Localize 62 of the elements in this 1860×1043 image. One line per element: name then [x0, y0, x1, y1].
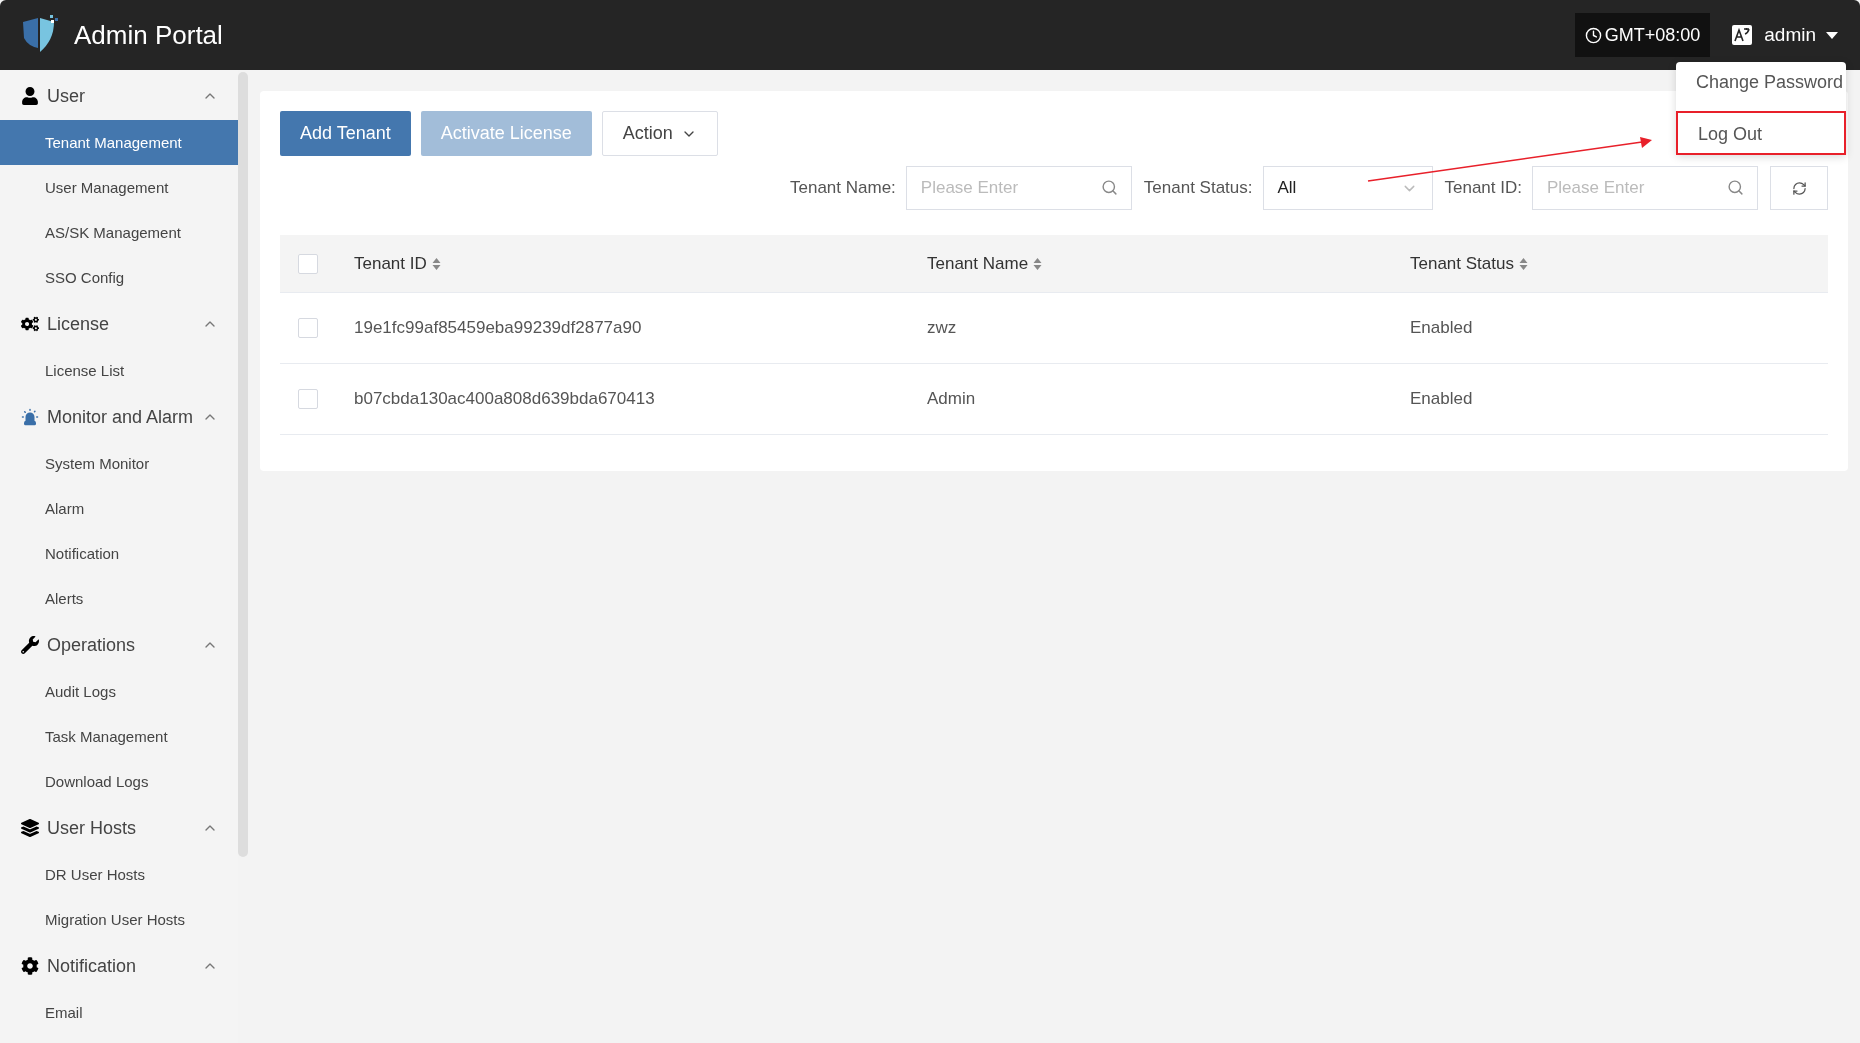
sidebar-group[interactable]: Monitor and Alarm — [0, 393, 238, 441]
filter-label: Tenant Status: — [1143, 178, 1253, 198]
clock-icon — [1584, 26, 1602, 44]
checkbox[interactable] — [298, 318, 318, 338]
sidebar-item[interactable]: Audit Logs — [0, 669, 238, 714]
column-header[interactable]: Tenant ID — [354, 253, 927, 274]
gears-icon — [21, 315, 39, 333]
sidebar-item[interactable]: Task Management — [0, 714, 238, 759]
table-cell-text: Enabled — [1410, 318, 1474, 338]
sort-icon[interactable] — [1033, 256, 1043, 271]
status-select[interactable]: All — [1262, 166, 1433, 210]
user-icon — [21, 87, 39, 105]
sidebar-group[interactable]: Notification — [0, 942, 238, 990]
menu-item[interactable]: Log Out — [1676, 111, 1846, 155]
table-cell-text: zwz — [927, 318, 958, 338]
filter-label: Tenant Name: — [789, 178, 896, 198]
sidebar-item[interactable]: SSO Config — [0, 255, 238, 300]
sidebar-item[interactable]: License List — [0, 348, 238, 393]
translate-icon[interactable] — [1732, 25, 1753, 45]
sidebar-item[interactable]: System Monitor — [0, 441, 238, 486]
sidebar-item[interactable]: Email — [0, 990, 238, 1035]
refresh-button[interactable] — [1770, 166, 1828, 210]
table-cell-text: Enabled — [1410, 389, 1474, 409]
sidebar-item[interactable]: AS/SK Management — [0, 210, 238, 255]
settings-icon — [21, 957, 39, 975]
menu-item[interactable]: Change Password — [1676, 62, 1846, 111]
checkbox[interactable] — [298, 389, 318, 409]
sidebar-item[interactable]: Migration User Hosts — [0, 897, 238, 942]
sidebar-group[interactable]: License — [0, 300, 238, 348]
search-icon — [1727, 179, 1744, 196]
dropdown-button[interactable]: Action — [601, 111, 718, 156]
sidebar-item[interactable]: User Management — [0, 165, 238, 210]
sidebar-item[interactable]: Notification — [0, 531, 238, 576]
user-menu-button[interactable]: admin — [1764, 24, 1838, 46]
caret-icon — [1826, 31, 1838, 39]
sidebar-item[interactable]: Tenant Management — [0, 120, 238, 165]
search-field[interactable]: Please Enter — [905, 166, 1132, 210]
sort-icon[interactable] — [1518, 256, 1528, 271]
filter-label: Tenant ID: — [1444, 178, 1522, 198]
checkbox[interactable] — [298, 253, 318, 274]
table-cell-text: Admin — [927, 389, 977, 409]
app-title: Admin Portal — [74, 19, 224, 51]
search-icon — [1100, 179, 1118, 196]
sidebar-group[interactable]: Operations — [0, 621, 238, 669]
layers-icon — [21, 819, 39, 837]
sort-icon[interactable] — [431, 256, 441, 271]
timezone-badge[interactable]: GMT+08:00 — [1574, 13, 1711, 57]
sidebar-item[interactable]: Download Logs — [0, 759, 238, 804]
sidebar-item[interactable]: Alerts — [0, 576, 238, 621]
sidebar-item[interactable]: DR User Hosts — [0, 852, 238, 897]
sidebar-item[interactable]: Alarm — [0, 486, 238, 531]
table-cell-text: b07cbda130ac400a808d639bda670413 — [354, 389, 656, 409]
column-header[interactable]: Tenant Status — [1410, 253, 1828, 274]
siren-icon — [21, 408, 39, 426]
sidebar-group[interactable]: User Hosts — [0, 804, 238, 852]
toolbar-button[interactable]: Add Tenant — [280, 111, 411, 156]
refresh-icon — [1791, 180, 1807, 196]
search-field[interactable]: Please Enter — [1532, 166, 1758, 210]
sidebar-group[interactable]: User — [0, 72, 238, 120]
wrench-icon — [21, 636, 39, 654]
column-header[interactable]: Tenant Name — [927, 253, 1410, 274]
table-cell-text: 19e1fc99af85459eba99239df2877a90 — [354, 318, 643, 338]
